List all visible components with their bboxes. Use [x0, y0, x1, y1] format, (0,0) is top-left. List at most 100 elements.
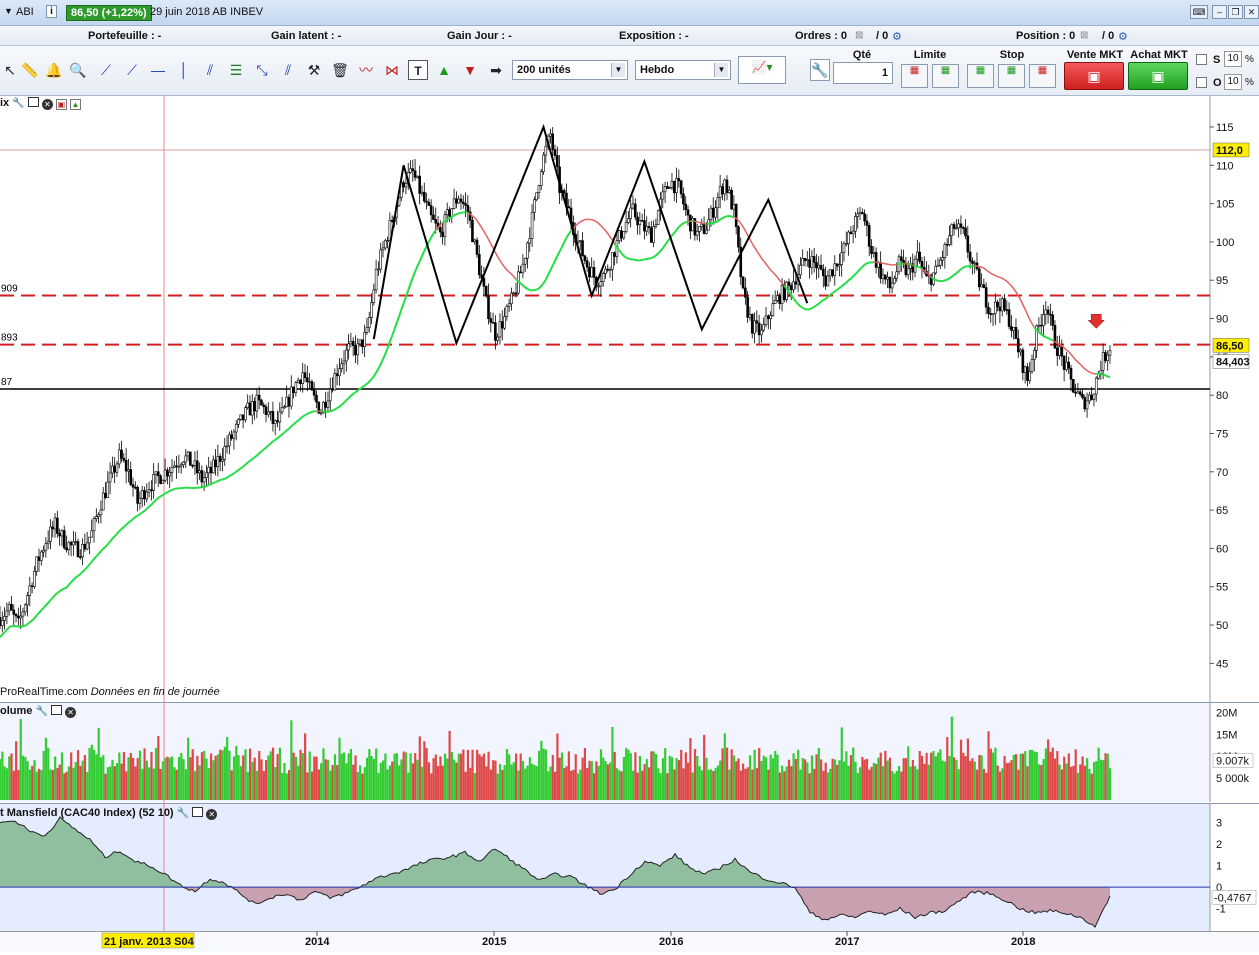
zoom-tool-icon[interactable]: 🔍 [68, 60, 88, 80]
moving-average-segment [298, 419, 300, 421]
wrench-icon[interactable]: 🔧 [12, 98, 24, 109]
horizontal-line-icon[interactable]: — [148, 60, 168, 80]
moving-average-segment [583, 220, 585, 221]
buy-market-button[interactable]: ▣ [1128, 62, 1188, 90]
pattern-tool-icon[interactable]: ⋈ [382, 60, 402, 80]
volume-bar [698, 766, 700, 800]
volume-bar [180, 753, 182, 800]
menu-arrow-icon[interactable]: ▼ [4, 6, 13, 16]
moving-average-segment [362, 386, 364, 388]
position-settings-icon[interactable]: ⚙ [1118, 30, 1128, 43]
keyboard-icon[interactable]: ⌨ [1190, 5, 1208, 19]
limit-buy-button[interactable]: ▦ [901, 64, 928, 88]
volume-bar [393, 754, 395, 800]
candle-body [182, 462, 184, 465]
close-panel-icon[interactable]: ✕ [65, 707, 76, 718]
right-arrow-icon[interactable]: ➡ [486, 60, 506, 80]
candle-body [627, 219, 629, 223]
chart-svg[interactable]: 4550556065707580859095100105110115909893… [0, 96, 1259, 952]
parallel-tool-icon[interactable]: ⫽ [278, 60, 298, 80]
moving-average-segment [702, 223, 704, 224]
info-icon[interactable]: i [46, 5, 57, 18]
limit-sell-button[interactable]: ▦ [932, 64, 959, 88]
volume-bar [572, 770, 574, 800]
ticker-label[interactable]: ABI [16, 6, 34, 18]
candle-body [864, 214, 866, 221]
window-icon[interactable] [192, 807, 203, 817]
candle-body [219, 456, 221, 461]
candle-body [634, 204, 636, 217]
sell-market-button[interactable]: ▣ [1064, 62, 1124, 90]
ruler-tool-icon[interactable]: 📏 [20, 60, 40, 80]
candle-body [873, 252, 875, 253]
stop-limit-button[interactable]: ▦ [1029, 64, 1056, 88]
vertical-line-icon[interactable]: │ [174, 60, 194, 80]
moving-average-segment [452, 215, 454, 216]
wrench-icon[interactable]: 🔧 [35, 706, 47, 717]
volume-bar [893, 773, 895, 800]
volume-bar [928, 765, 930, 800]
volume-bar [1031, 750, 1033, 800]
volume-bar [260, 759, 262, 800]
sell-order-icon[interactable]: ▣ [56, 99, 67, 110]
pointer-tool-icon[interactable]: ↖ [0, 60, 20, 80]
channel-tool-icon[interactable]: ⫽ [200, 60, 220, 80]
buy-order-icon[interactable]: ▲ [70, 99, 81, 110]
s-checkbox[interactable] [1196, 54, 1207, 65]
alert-bell-icon[interactable]: 🔔 [44, 60, 64, 80]
volume-bar [178, 757, 180, 800]
chart-area[interactable]: 4550556065707580859095100105110115909893… [0, 96, 1259, 952]
window-icon[interactable] [28, 97, 39, 107]
o-checkbox[interactable] [1196, 77, 1207, 88]
volume-bar [224, 747, 226, 800]
fan-tool-icon[interactable]: ⤡ [252, 60, 272, 80]
candle-body [293, 387, 295, 393]
volume-bar [900, 772, 902, 800]
moving-average-segment [626, 258, 628, 259]
trash-icon[interactable]: 🗑 [330, 60, 350, 80]
sell-arrow-icon[interactable]: ▼ [460, 60, 480, 80]
cancel-orders-icon[interactable]: ⊠ [855, 30, 863, 41]
restore-button[interactable]: ❐ [1228, 5, 1243, 19]
volume-bar [1072, 766, 1074, 800]
moving-average-segment [447, 218, 449, 219]
candle-body [971, 261, 973, 263]
volume-bar [1029, 750, 1031, 800]
window-icon[interactable] [51, 705, 62, 715]
trendline-tool-icon[interactable]: ⟋ [96, 60, 116, 80]
candle-body [614, 253, 616, 257]
close-panel-icon[interactable]: ✕ [206, 809, 217, 820]
units-select[interactable]: 200 unités ▼ [512, 60, 628, 80]
orders-settings-icon[interactable]: ⚙ [892, 30, 902, 43]
wrench-icon[interactable]: 🔧 [177, 808, 189, 819]
moving-average-segment [310, 412, 312, 413]
minimize-button[interactable]: – [1212, 5, 1227, 19]
candle-body [134, 487, 136, 488]
order-settings-icon[interactable]: 🔧 [810, 59, 830, 81]
candle-body [137, 487, 139, 503]
candle-body [421, 192, 423, 193]
ray-tool-icon[interactable]: ⟋ [122, 60, 142, 80]
stop-sell-button[interactable]: ▦ [998, 64, 1025, 88]
period-select[interactable]: Hebdo ▼ [635, 60, 731, 80]
tools-icon[interactable]: ⚒ [304, 60, 324, 80]
o-percent-input[interactable]: 10 [1224, 74, 1242, 90]
text-tool-icon[interactable]: T [408, 60, 428, 80]
close-position-icon[interactable]: ⊠ [1080, 30, 1088, 41]
candle-body [102, 493, 104, 510]
quantity-input[interactable]: 1 [833, 62, 893, 84]
chart-type-icon[interactable]: 📈▾ [738, 56, 786, 84]
fibonacci-tool-icon[interactable]: ☰ [226, 60, 246, 80]
stop-buy-button[interactable]: ▦ [967, 64, 994, 88]
close-panel-icon[interactable]: ✕ [42, 99, 53, 110]
volume-bar [1093, 762, 1095, 800]
volume-bar [118, 752, 120, 800]
moving-average-segment [1108, 376, 1110, 377]
volume-bar [682, 768, 684, 800]
close-button[interactable]: ✕ [1244, 5, 1259, 19]
candle-body [444, 215, 446, 237]
buy-arrow-icon[interactable]: ▲ [434, 60, 454, 80]
volume-bar [49, 769, 51, 800]
s-percent-input[interactable]: 10 [1224, 51, 1242, 67]
wave-tool-icon[interactable]: 〰 [356, 60, 376, 80]
